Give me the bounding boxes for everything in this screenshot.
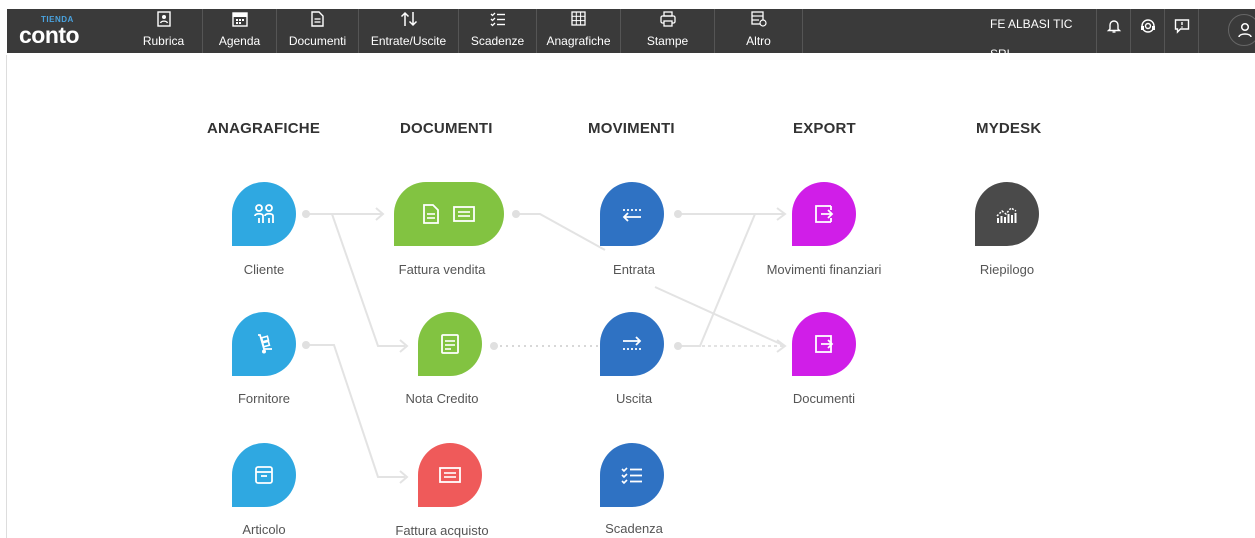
tile-riepilogo[interactable] — [975, 182, 1039, 246]
tile-documenti-export-label: Documenti — [792, 391, 856, 406]
nav-altro-label: Altro — [746, 34, 771, 48]
calendar-icon — [203, 11, 276, 31]
incoming-transfer-icon — [622, 209, 641, 222]
user-icon — [1238, 22, 1252, 38]
nav-documenti[interactable]: Documenti — [277, 9, 359, 53]
feedback-button[interactable] — [1165, 9, 1199, 53]
chart-icon — [996, 207, 1017, 223]
nav-altro[interactable]: Altro — [715, 9, 803, 53]
credit-note-icon — [441, 334, 459, 354]
chat-icon — [1174, 19, 1190, 34]
purchase-invoice-icon — [439, 467, 461, 483]
tile-fornitore-label: Fornitore — [237, 391, 291, 406]
nav-rubrica-label: Rubrica — [142, 34, 185, 48]
export-icon — [815, 335, 834, 353]
column-title-documenti: DOCUMENTI — [400, 120, 493, 137]
support-button[interactable] — [1131, 9, 1165, 53]
printer-icon — [621, 11, 714, 31]
tile-cliente[interactable] — [232, 182, 296, 246]
tile-nota-credito[interactable] — [418, 312, 482, 376]
tile-entrata-label: Entrata — [613, 262, 655, 277]
nav-stampe-label: Stampe — [646, 34, 689, 48]
tile-entrata[interactable] — [600, 182, 664, 246]
nav-documenti-label: Documenti — [288, 34, 347, 48]
nav-anagrafiche[interactable]: Anagrafiche — [537, 9, 621, 53]
tile-cliente-label: Cliente — [243, 262, 285, 277]
nav-scadenze[interactable]: Scadenze — [459, 9, 537, 53]
checklist-icon — [621, 467, 642, 485]
address-book-icon — [125, 11, 202, 31]
tile-scadenza[interactable] — [600, 443, 664, 507]
top-navigation-bar: TIENDA conto Rubrica Agenda Documenti En… — [7, 9, 1255, 61]
tile-fattura-acquisto-label: Fattura acquisto — [395, 523, 489, 538]
column-title-export: EXPORT — [793, 120, 856, 137]
column-title-anagrafiche: ANAGRAFICHE — [207, 120, 321, 137]
tile-scadenza-label: Scadenza — [605, 521, 663, 536]
document-icon — [277, 11, 358, 31]
box-icon — [255, 466, 273, 484]
nav-anagrafiche-label: Anagrafiche — [546, 34, 611, 48]
tile-fattura-vendita-label: Fattura vendita — [398, 262, 486, 277]
grid-icon — [537, 11, 620, 31]
nav-stampe[interactable]: Stampe — [621, 9, 715, 53]
user-account-button[interactable] — [1228, 14, 1255, 46]
more-icon — [715, 11, 802, 31]
page-left-border — [6, 55, 7, 538]
nav-entrate-uscite[interactable]: Entrate/Uscite — [359, 9, 459, 53]
invoice-icon — [423, 204, 439, 224]
tile-uscita[interactable] — [600, 312, 664, 376]
company-name[interactable]: FE ALBASI TIC SRL — [987, 9, 1097, 61]
outgoing-transfer-icon — [623, 336, 642, 350]
arrows-updown-icon — [359, 11, 458, 31]
tile-movimenti-finanziari-label: Movimenti finanziari — [766, 262, 882, 277]
export-icon — [815, 205, 834, 223]
customers-icon — [254, 204, 274, 223]
tile-uscita-label: Uscita — [615, 391, 653, 406]
tile-fattura-acquisto[interactable] — [418, 443, 482, 507]
tile-movimenti-finanziari[interactable] — [792, 182, 856, 246]
column-title-mydesk: MYDESK — [976, 120, 1042, 137]
tile-articolo-label: Articolo — [242, 522, 286, 537]
nav-agenda-label: Agenda — [218, 34, 261, 48]
tile-riepilogo-label: Riepilogo — [979, 262, 1035, 277]
tile-fornitore[interactable] — [232, 312, 296, 376]
nav-scadenze-label: Scadenze — [470, 34, 525, 48]
tile-articolo[interactable] — [232, 443, 296, 507]
column-title-movimenti: MOVIMENTI — [588, 120, 675, 137]
tile-nota-credito-label: Nota Credito — [405, 391, 479, 406]
tile-documenti-export[interactable] — [792, 312, 856, 376]
logo-text: conto — [19, 22, 80, 48]
notifications-button[interactable] — [1097, 9, 1131, 53]
app-logo[interactable]: TIENDA conto — [19, 15, 109, 48]
hand-truck-icon — [258, 334, 272, 354]
receipt-icon — [453, 206, 475, 222]
tile-fattura-vendita[interactable] — [394, 182, 504, 246]
checklist-icon — [459, 11, 536, 31]
nav-agenda[interactable]: Agenda — [203, 9, 277, 53]
nav-entrate-uscite-label: Entrate/Uscite — [370, 34, 447, 48]
nav-rubrica[interactable]: Rubrica — [125, 9, 203, 53]
headset-icon — [1141, 19, 1155, 33]
bell-icon — [1106, 20, 1122, 33]
